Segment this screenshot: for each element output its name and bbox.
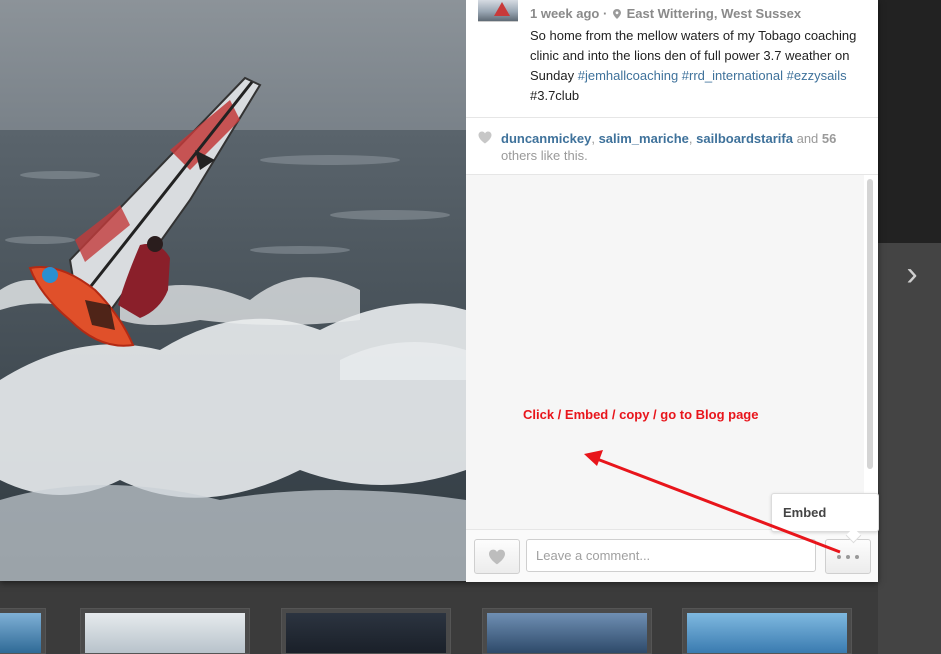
thumb-image	[687, 613, 847, 653]
comment-input[interactable]	[526, 539, 816, 572]
liker-link[interactable]: sailboardstarifa	[696, 131, 793, 146]
location-pin-icon	[612, 9, 621, 19]
post-location[interactable]: East Wittering, West Sussex	[627, 6, 801, 21]
backdrop-right-strip	[878, 243, 941, 654]
comments-area	[466, 175, 865, 529]
annotation-text: Click / Embed / copy / go to Blog page	[523, 407, 759, 422]
more-options-button[interactable]	[825, 539, 871, 574]
post-photo	[0, 0, 466, 581]
like-button[interactable]	[474, 539, 520, 574]
related-posts-strip	[0, 600, 941, 654]
embed-tooltip[interactable]: Embed	[771, 493, 879, 544]
heart-icon	[478, 131, 492, 144]
caption-block: 1 week ago · East Wittering, West Sussex…	[466, 0, 878, 118]
likes-block: duncanmickey, salim_mariche, sailboardst…	[466, 118, 878, 175]
meta-separator: ·	[603, 6, 608, 21]
hashtag-link[interactable]: #jemhallcoaching	[578, 68, 678, 83]
likes-suffix: others like this.	[501, 148, 588, 163]
caption-tail: #3.7club	[530, 88, 580, 103]
hashtag-link[interactable]: #rrd_international	[682, 68, 783, 83]
post-modal: 1 week ago · East Wittering, West Sussex…	[0, 0, 878, 582]
heart-icon	[489, 549, 505, 564]
author-avatar[interactable]	[478, 0, 518, 22]
comments-scrollbar[interactable]	[864, 175, 878, 529]
liker-link[interactable]: duncanmickey	[501, 131, 591, 146]
likes-summary: duncanmickey, salim_mariche, sailboardst…	[501, 131, 837, 163]
related-post-thumb[interactable]	[0, 608, 46, 654]
thumb-image	[286, 613, 446, 653]
related-post-thumb[interactable]	[682, 608, 852, 654]
chevron-right-icon: ›	[906, 255, 918, 293]
thumb-image	[85, 613, 245, 653]
likes-count[interactable]: 56	[822, 131, 836, 146]
scrollbar-thumb[interactable]	[867, 179, 873, 469]
more-dots-icon	[846, 554, 850, 559]
thumb-image	[487, 613, 647, 653]
post-meta: 1 week ago · East Wittering, West Sussex	[530, 6, 801, 21]
post-time[interactable]: 1 week ago	[530, 6, 599, 21]
more-dots-icon	[855, 554, 859, 559]
backdrop-top-right	[878, 0, 941, 243]
comment-footer	[466, 529, 878, 582]
embed-option[interactable]: Embed	[783, 505, 826, 520]
related-post-thumb[interactable]	[281, 608, 451, 654]
post-caption: So home from the mellow waters of my Tob…	[530, 26, 865, 106]
related-post-thumb[interactable]	[482, 608, 652, 654]
more-dots-icon	[837, 554, 841, 559]
thumb-image	[0, 613, 41, 653]
liker-link[interactable]: salim_mariche	[599, 131, 689, 146]
likes-and: and	[796, 131, 819, 146]
next-post-button[interactable]: ›	[896, 255, 928, 293]
avatar-sail-graphic	[494, 2, 510, 16]
hashtag-link[interactable]: #ezzysails	[787, 68, 847, 83]
related-post-thumb[interactable]	[80, 608, 250, 654]
